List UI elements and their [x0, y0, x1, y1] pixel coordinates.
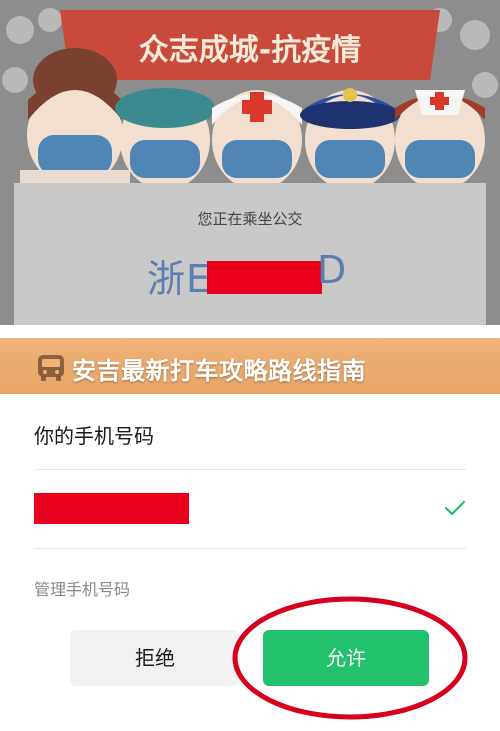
divider [34, 548, 466, 549]
plate-redaction-bar [207, 261, 322, 294]
reject-button[interactable]: 拒绝 [70, 630, 240, 686]
manage-phone-link[interactable]: 管理手机号码 [34, 576, 130, 600]
riding-status-text: 您正在乘坐公交 [197, 210, 303, 228]
check-icon [444, 500, 466, 516]
plate-number-prefix: 浙E [147, 257, 212, 301]
bus-ride-card: 您正在乘坐公交 浙E D [14, 183, 486, 325]
article-title: 安吉最新打车攻略路线指南 [72, 357, 366, 385]
phone-number-redaction[interactable] [34, 493, 189, 524]
phone-section-heading: 你的手机号码 [34, 424, 154, 448]
banner-slogan: 众志成城-抗疫情 [139, 33, 361, 68]
bus-icon [38, 355, 64, 381]
article-title-banner: 安吉最新打车攻略路线指南 [0, 338, 500, 394]
divider [34, 469, 466, 470]
allow-button[interactable]: 允许 [263, 630, 429, 686]
plate-number-suffix: D [317, 248, 347, 292]
